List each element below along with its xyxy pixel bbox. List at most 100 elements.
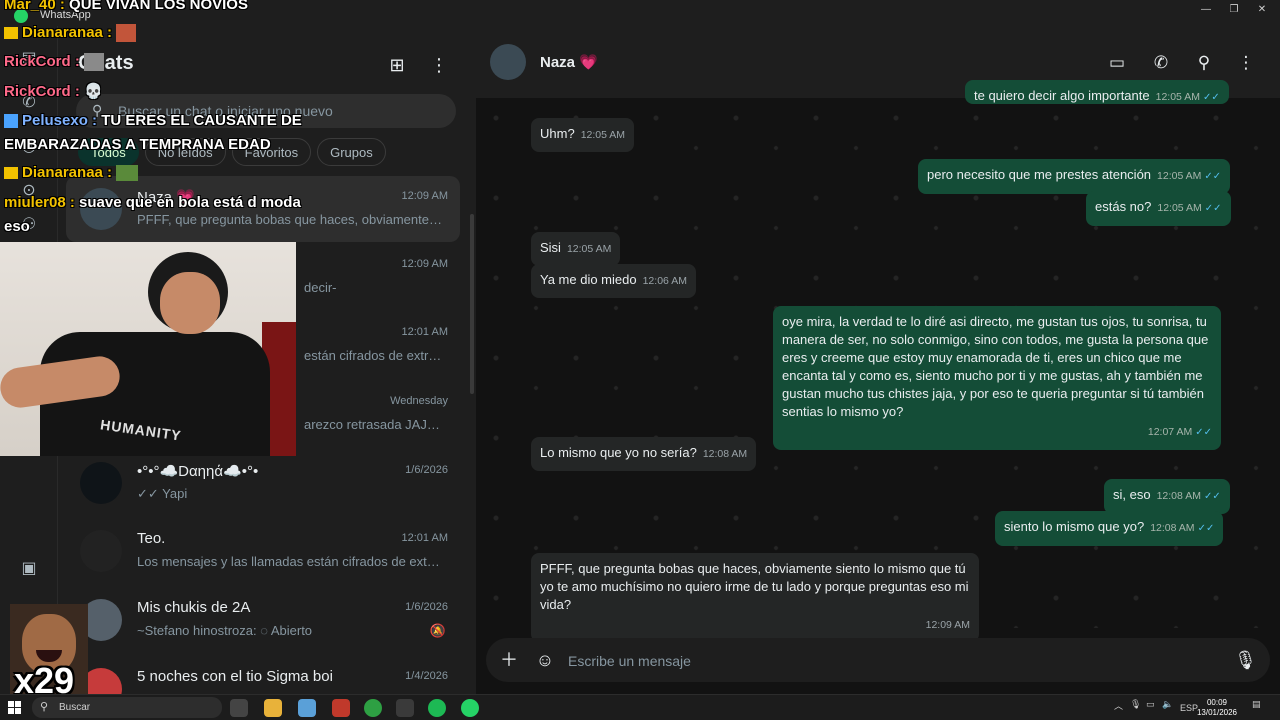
stream-chat-line: RickCord : — [4, 53, 105, 72]
contact-name[interactable]: Naza 💗 — [540, 53, 598, 71]
tray-chevron-icon[interactable]: ︿ — [1114, 699, 1123, 712]
app-icon[interactable] — [298, 699, 316, 717]
message-time: 12:05 AM — [1155, 91, 1200, 103]
more-options-icon[interactable]: ⋮ — [428, 54, 450, 76]
emoji-sticker-icon[interactable]: ☺ — [534, 649, 556, 671]
app-icon[interactable] — [332, 699, 350, 717]
chat-item-danna[interactable]: •°•°☁️Dαηηά☁️•°• 1/6/2026 ✓✓ Yapi — [66, 450, 460, 516]
chat-item-group[interactable]: Mis chukis de 2A 1/6/2026 ~Stefano hinos… — [66, 587, 460, 653]
microphone-icon[interactable]: 🎙 — [1234, 649, 1257, 671]
read-ticks-icon: ✓✓ — [1203, 491, 1221, 502]
chat-preview: ~Stefano hinostroza: ◌ Abierto — [137, 623, 313, 638]
emote-icon — [116, 165, 139, 182]
read-ticks-icon: ✓✓ — [1197, 523, 1215, 534]
message-outgoing[interactable]: oye mira, la verdad te lo diré asi direc… — [773, 306, 1221, 450]
maximize-button[interactable]: ❐ — [1224, 4, 1244, 18]
message-time: 12:05 AM — [1157, 170, 1202, 182]
network-icon[interactable]: ▭ — [1146, 699, 1155, 710]
task-view-icon[interactable] — [230, 699, 248, 717]
chat-time: 1/4/2026 — [405, 670, 448, 682]
message-incoming[interactable]: Sisi 12:05 AM — [531, 232, 621, 266]
new-chat-icon[interactable]: ⊞ — [386, 54, 408, 76]
minimize-button[interactable]: — — [1196, 4, 1216, 18]
message-text: te quiero decir algo importante — [974, 88, 1150, 103]
stream-chat-line: Mar_40 : QUE VIVAN LOS NOVIOS — [4, 0, 248, 13]
taskbar-clock[interactable]: 00:09 13/01/2026 — [1196, 698, 1238, 718]
close-button[interactable]: ✕ — [1252, 4, 1272, 18]
message-text: Lo mismo que yo no sería? — [540, 445, 697, 460]
cube-badge-icon — [4, 114, 18, 129]
chat-time: 1/6/2026 — [405, 601, 448, 613]
message-text: siento lo mismo que yo? — [1004, 519, 1145, 534]
message-time: 12:08 AM — [702, 448, 748, 460]
chat-preview: arezco retrasada JAJAJA — [304, 417, 444, 432]
conversation-panel: Naza 💗 ▭ ✆ ⚲ ⋮ te quiero decir algo impo… — [476, 26, 1280, 694]
windows-start-icon[interactable] — [8, 701, 22, 715]
clock-date: 13/01/2026 — [1196, 708, 1238, 717]
emote-icon — [116, 24, 137, 43]
message-incoming[interactable]: Lo mismo que yo no sería? 12:08 AM — [531, 437, 757, 471]
screen: WhatsApp — ❐ ✕ ▤ ✆ ◎ ⊙ ⚇ ▣ Chats ⊞ ⋮ ⚲ T… — [0, 0, 1280, 720]
stream-chat-line: Dianaranaa : — [4, 24, 137, 43]
clock-time: 00:09 — [1206, 698, 1228, 707]
microphone-tray-icon[interactable]: 🎙 — [1130, 699, 1141, 710]
contact-avatar[interactable] — [490, 44, 526, 80]
message-incoming[interactable]: PFFF, que pregunta bobas que haces, obvi… — [531, 553, 979, 642]
read-ticks-icon: ✓✓ — [1204, 203, 1222, 214]
file-explorer-icon[interactable] — [264, 699, 282, 717]
message-time: 12:05 AM — [580, 129, 626, 141]
stream-chat-line: RickCord : 💀 — [4, 83, 103, 100]
obs-icon[interactable] — [396, 699, 414, 717]
more-options-icon[interactable]: ⋮ — [1235, 52, 1257, 74]
message-time: 12:07 AM — [1147, 426, 1193, 438]
chat-name: Mis chukis de 2A — [137, 599, 251, 616]
webcam-overlay: HUMANITY — [0, 242, 296, 456]
search-icon[interactable]: ⚲ — [1193, 52, 1215, 74]
stream-chat-line: Pelusexo : TU ERES EL CAUSANTE DE — [4, 112, 302, 129]
crown-badge-icon — [4, 27, 18, 40]
attach-plus-icon[interactable]: ＋ — [498, 649, 520, 671]
chat-list-scrollbar[interactable] — [470, 214, 474, 394]
message-outgoing[interactable]: estás no? 12:05 AM ✓✓ — [1086, 191, 1231, 226]
message-text: Ya me dio miedo — [540, 272, 637, 287]
video-call-icon[interactable]: ▭ — [1106, 52, 1128, 74]
spotify-icon[interactable] — [428, 699, 446, 717]
message-outgoing[interactable]: te quiero decir algo importante 12:05 AM ✓… — [965, 80, 1229, 104]
notifications-icon[interactable]: ▤ — [1252, 699, 1261, 710]
chat-item-teo[interactable]: Teo. 12:01 AM Los mensajes y las llamada… — [66, 518, 460, 584]
message-outgoing[interactable]: siento lo mismo que yo? 12:08 AM ✓✓ — [995, 511, 1224, 546]
stream-chat-overlay: Mar_40 : QUE VIVAN LOS NOVIOS Dianaranaa… — [0, 0, 330, 240]
message-text: oye mira, la verdad te lo diré asi direc… — [782, 314, 1209, 419]
chat-preview: están cifrados de extre... — [304, 348, 444, 363]
whatsapp-icon[interactable] — [461, 699, 479, 717]
stream-chat-line: Dianaranaa : — [4, 164, 139, 182]
message-time: 12:08 AM — [1156, 490, 1201, 502]
chat-preview: Los mensajes y las llamadas están cifrad… — [137, 554, 442, 569]
voice-call-icon[interactable]: ✆ — [1150, 52, 1172, 74]
chrome-icon[interactable] — [364, 699, 382, 717]
chat-name: 5 noches con el tio Sigma boi — [137, 668, 333, 685]
message-text: pero necesito que me prestes atención — [927, 167, 1152, 182]
chat-time: 12:09 AM — [401, 258, 448, 270]
chat-time: 12:01 AM — [401, 532, 448, 544]
message-time: 12:05 AM — [566, 243, 612, 255]
message-incoming[interactable]: Ya me dio miedo 12:06 AM — [531, 264, 696, 298]
chat-preview: ✓✓ Yapi — [137, 486, 188, 501]
chat-name: •°•°☁️Dαηηά☁️•°• — [137, 463, 259, 480]
chat-time: 1/6/2026 — [405, 464, 448, 476]
message-outgoing[interactable]: si, eso 12:08 AM ✓✓ — [1104, 479, 1230, 514]
media-gallery-icon[interactable]: ▣ — [18, 558, 40, 580]
stream-chat-line: eso — [4, 218, 30, 235]
read-ticks-icon: ✓✓ — [1204, 171, 1222, 182]
message-incoming[interactable]: Uhm? 12:05 AM — [531, 118, 635, 152]
taskbar-search[interactable]: ⚲ Buscar — [32, 697, 222, 718]
message-outgoing[interactable]: pero necesito que me prestes atención 12:… — [918, 159, 1231, 194]
read-ticks-icon: ✓✓ — [1202, 92, 1220, 103]
chat-item-group[interactable]: 5 noches con el tio Sigma boi 1/4/2026 — [66, 656, 460, 694]
volume-icon[interactable]: 🔈 — [1162, 699, 1173, 710]
streamer-face — [160, 272, 220, 334]
message-input[interactable] — [568, 650, 1208, 672]
message-text: Uhm? — [540, 126, 575, 141]
stream-chat-line: miuler08 : suave que en bola está d moda — [4, 194, 301, 211]
message-time: 12:09 AM — [925, 619, 970, 631]
